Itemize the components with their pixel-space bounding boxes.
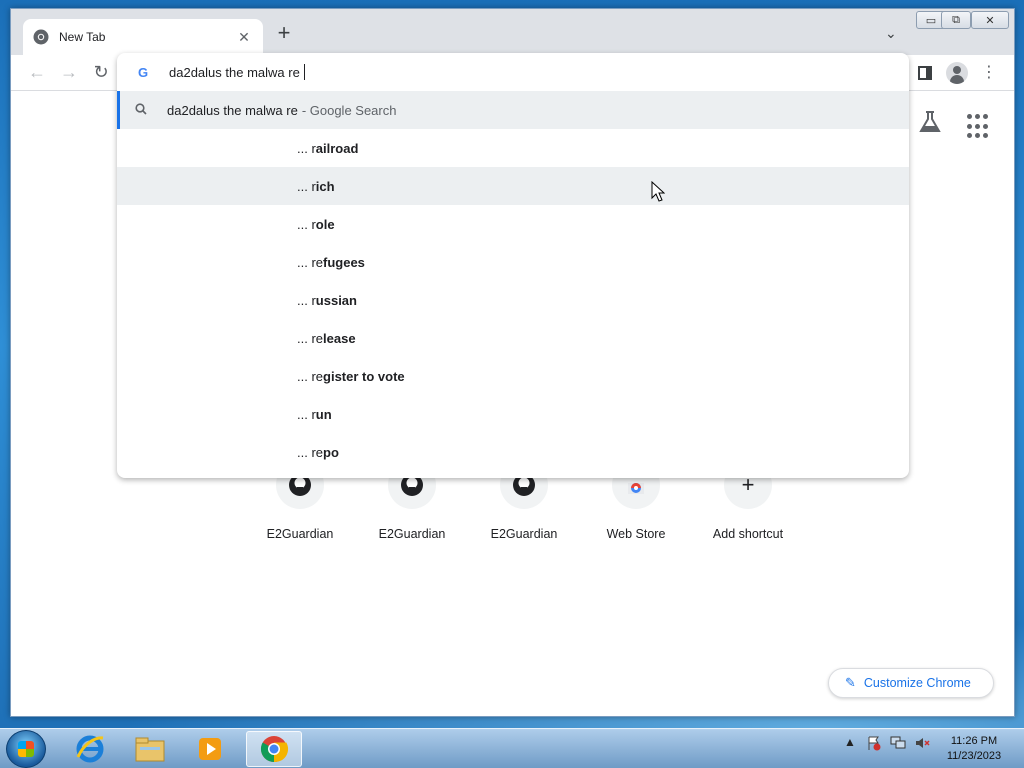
file-explorer-icon[interactable] xyxy=(122,731,178,767)
suggestion-completion: un xyxy=(315,406,332,422)
suggestion-prefix: ... xyxy=(297,140,312,156)
customize-label: Customize Chrome xyxy=(863,676,971,690)
suggestion-prefix: ... xyxy=(297,330,312,346)
tab-close-icon[interactable]: ✕ xyxy=(235,29,253,46)
suggestion-text: da2dalus the malwa re xyxy=(167,102,298,118)
reload-button[interactable]: ↻ xyxy=(89,61,113,85)
profile-button[interactable] xyxy=(945,61,969,85)
side-panel-icon[interactable] xyxy=(913,61,937,85)
suggestion-item[interactable]: ... re lease xyxy=(117,319,909,357)
shortcut-label: Add shortcut xyxy=(712,527,784,541)
suggestion-item[interactable]: ... re fugees xyxy=(117,243,909,281)
back-button[interactable]: ← xyxy=(25,61,49,85)
suggestion-item[interactable]: ... r ussian xyxy=(117,281,909,319)
shortcut-label: E2Guardian xyxy=(378,527,446,541)
suggestion-item[interactable]: ... r ich xyxy=(117,167,909,205)
close-window-button[interactable]: ✕ xyxy=(971,11,1009,29)
suggestion-prefix: ... xyxy=(297,178,312,194)
address-bar-input[interactable]: G da2dalus the malwa re xyxy=(117,53,909,91)
text-caret xyxy=(303,64,305,80)
menu-icon[interactable]: ⋮ xyxy=(977,61,1001,85)
suggestion-completion: po xyxy=(323,444,339,460)
google-icon: G xyxy=(137,64,149,80)
pencil-icon: ✎ xyxy=(845,675,856,690)
suggestion-typed-part: re xyxy=(311,330,324,346)
clock-time: 11:26 PM xyxy=(950,735,998,747)
suggestion-typed-part: re xyxy=(311,444,324,460)
tab-title: New Tab xyxy=(59,30,106,44)
internet-explorer-icon[interactable] xyxy=(62,731,118,767)
suggestion-completion: lease xyxy=(323,330,356,346)
suggestion-item[interactable]: ... r un xyxy=(117,395,909,433)
suggestion-prefix: ... xyxy=(297,216,312,232)
search-suggestion-main[interactable]: da2dalus the malwa re - Google Search xyxy=(117,91,909,129)
search-icon xyxy=(135,102,149,118)
suggestion-suffix: - Google Search xyxy=(301,102,397,118)
suggestion-typed-part: re xyxy=(311,368,324,384)
address-bar-text: da2dalus the malwa re xyxy=(169,64,300,80)
suggestion-prefix: ... xyxy=(297,406,312,422)
media-player-icon[interactable] xyxy=(182,731,238,767)
customize-chrome-button[interactable]: ✎ Customize Chrome xyxy=(828,668,994,698)
suggestion-prefix: ... xyxy=(297,292,312,308)
tab-strip: New Tab ✕ + ⌄ ▭ ⧉ ✕ xyxy=(11,9,1014,55)
suggestion-prefix: ... xyxy=(297,444,312,460)
avatar xyxy=(946,62,968,84)
suggestion-item[interactable]: ... r ole xyxy=(117,205,909,243)
action-center-icon[interactable] xyxy=(866,735,882,751)
show-hidden-icons-button[interactable]: ▲ xyxy=(842,735,858,751)
system-tray: ▲ xyxy=(842,735,930,751)
taskbar-clock[interactable]: 11:26 PM 11/23/2023 xyxy=(938,734,1010,764)
mouse-cursor-icon xyxy=(651,181,665,202)
suggestion-completion: ussian xyxy=(315,292,357,308)
suggestion-item[interactable]: ... r ailroad xyxy=(117,129,909,167)
maximize-button[interactable]: ⧉ xyxy=(941,11,971,29)
start-button[interactable] xyxy=(6,730,46,768)
labs-flask-icon[interactable] xyxy=(917,109,943,135)
forward-button[interactable]: → xyxy=(57,61,81,85)
chrome-icon xyxy=(33,29,49,45)
suggestion-completion: gister to vote xyxy=(323,368,405,384)
tab-search-icon[interactable]: ⌄ xyxy=(885,25,897,42)
suggestion-item[interactable]: ... re gister to vote xyxy=(117,357,909,395)
shortcut-label: E2Guardian xyxy=(490,527,558,541)
new-tab-button[interactable]: + xyxy=(273,22,295,45)
suggestion-typed-part: re xyxy=(311,254,324,270)
taskbar: ▲ 11:26 PM 11/23/2023 xyxy=(0,728,1024,768)
clock-date: 11/23/2023 xyxy=(946,750,1002,762)
suggestion-completion: ole xyxy=(315,216,335,232)
suggestion-prefix: ... xyxy=(297,368,312,384)
chrome-icon[interactable] xyxy=(246,731,302,767)
suggestion-item[interactable]: ... re po xyxy=(117,433,909,471)
shortcut-label: E2Guardian xyxy=(266,527,334,541)
google-apps-icon[interactable] xyxy=(967,114,993,140)
omnibox-dropdown: G da2dalus the malwa re da2dalus the mal… xyxy=(117,53,909,478)
suggestion-completion: fugees xyxy=(323,254,365,270)
volume-muted-icon[interactable] xyxy=(914,735,930,751)
suggestion-completion: ich xyxy=(315,178,335,194)
network-icon[interactable] xyxy=(890,735,906,751)
browser-window: New Tab ✕ + ⌄ ▭ ⧉ ✕ ← → ↻ ⋮ E2Guardian E… xyxy=(10,8,1015,717)
shortcut-label: Web Store xyxy=(606,527,666,541)
suggestion-prefix: ... xyxy=(297,254,312,270)
tab-new-tab[interactable]: New Tab ✕ xyxy=(23,19,263,55)
suggestion-completion: ailroad xyxy=(315,140,359,156)
